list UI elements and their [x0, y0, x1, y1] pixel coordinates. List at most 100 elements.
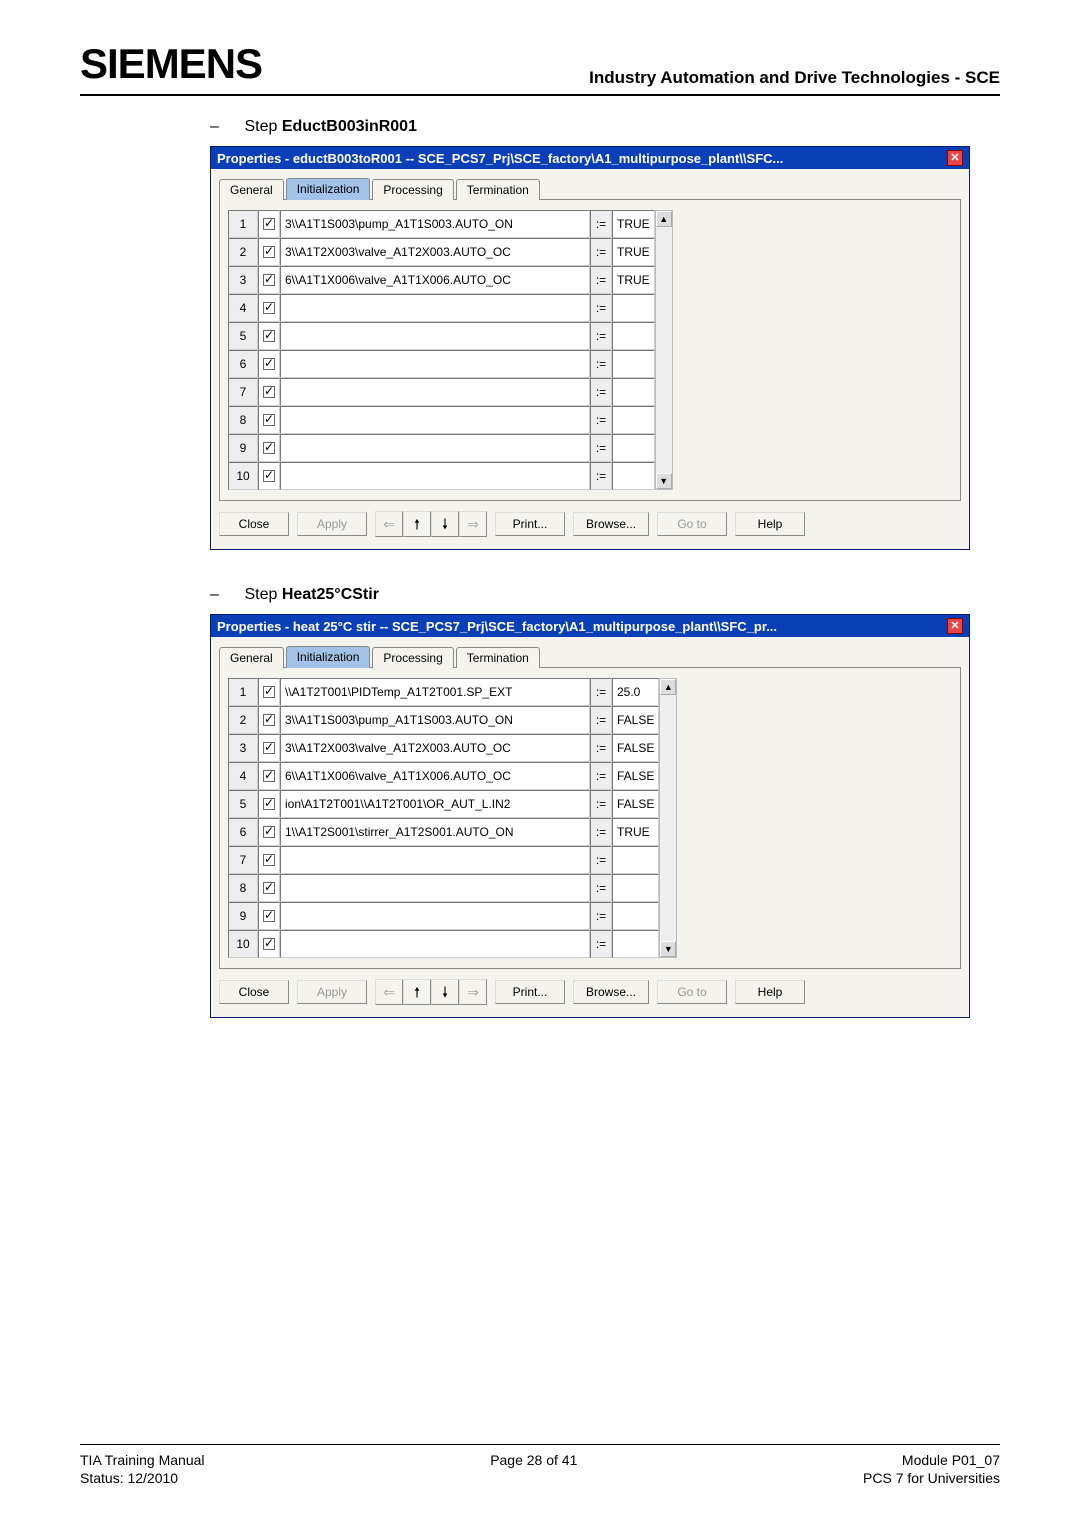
operand-left-input[interactable]: [280, 406, 590, 434]
nav-first-icon[interactable]: ⇐: [375, 979, 403, 1005]
row-checkbox-cell[interactable]: [258, 818, 280, 846]
close-icon[interactable]: ✕: [947, 150, 963, 166]
print-button[interactable]: Print...: [495, 980, 565, 1004]
nav-up-icon[interactable]: 🠕: [403, 511, 431, 537]
vertical-scrollbar[interactable]: ▲ ▼: [655, 210, 673, 490]
row-checkbox-cell[interactable]: [258, 462, 280, 490]
row-checkbox-cell[interactable]: [258, 238, 280, 266]
checkbox-checked-icon[interactable]: [263, 686, 275, 698]
checkbox-checked-icon[interactable]: [263, 442, 275, 454]
apply-button[interactable]: Apply: [297, 512, 367, 536]
operand-right-input[interactable]: [612, 322, 655, 350]
tab-initialization[interactable]: Initialization: [286, 646, 371, 668]
operand-right-input[interactable]: [612, 846, 659, 874]
checkbox-checked-icon[interactable]: [263, 414, 275, 426]
operand-right-input[interactable]: 25.0: [612, 678, 659, 706]
row-checkbox-cell[interactable]: [258, 930, 280, 958]
scroll-up-icon[interactable]: ▲: [656, 211, 672, 227]
row-checkbox-cell[interactable]: [258, 210, 280, 238]
nav-first-icon[interactable]: ⇐: [375, 511, 403, 537]
operand-left-input[interactable]: 1\\A1T2S001\stirrer_A1T2S001.AUTO_ON: [280, 818, 590, 846]
operand-right-input[interactable]: [612, 462, 655, 490]
help-button[interactable]: Help: [735, 980, 805, 1004]
row-checkbox-cell[interactable]: [258, 902, 280, 930]
row-checkbox-cell[interactable]: [258, 846, 280, 874]
apply-button[interactable]: Apply: [297, 980, 367, 1004]
checkbox-checked-icon[interactable]: [263, 302, 275, 314]
row-checkbox-cell[interactable]: [258, 874, 280, 902]
row-checkbox-cell[interactable]: [258, 434, 280, 462]
checkbox-checked-icon[interactable]: [263, 330, 275, 342]
row-checkbox-cell[interactable]: [258, 378, 280, 406]
row-checkbox-cell[interactable]: [258, 294, 280, 322]
operand-left-input[interactable]: [280, 874, 590, 902]
operand-left-input[interactable]: [280, 378, 590, 406]
operand-right-input[interactable]: FALSE: [612, 734, 659, 762]
operand-right-input[interactable]: [612, 434, 655, 462]
nav-last-icon[interactable]: ⇒: [459, 979, 487, 1005]
operand-right-input[interactable]: FALSE: [612, 706, 659, 734]
operand-left-input[interactable]: [280, 294, 590, 322]
close-button[interactable]: Close: [219, 980, 289, 1004]
browse-button[interactable]: Browse...: [573, 512, 649, 536]
checkbox-checked-icon[interactable]: [263, 386, 275, 398]
operand-left-input[interactable]: [280, 846, 590, 874]
operand-right-input[interactable]: TRUE: [612, 210, 655, 238]
operand-right-input[interactable]: [612, 902, 659, 930]
operand-left-input[interactable]: [280, 462, 590, 490]
operand-right-input[interactable]: [612, 294, 655, 322]
operand-left-input[interactable]: [280, 930, 590, 958]
row-checkbox-cell[interactable]: [258, 678, 280, 706]
checkbox-checked-icon[interactable]: [263, 246, 275, 258]
dialog-titlebar[interactable]: Properties - heat 25°C stir -- SCE_PCS7_…: [211, 615, 969, 637]
checkbox-checked-icon[interactable]: [263, 798, 275, 810]
nav-last-icon[interactable]: ⇒: [459, 511, 487, 537]
operand-right-input[interactable]: [612, 406, 655, 434]
operand-left-input[interactable]: [280, 322, 590, 350]
row-checkbox-cell[interactable]: [258, 706, 280, 734]
operand-right-input[interactable]: TRUE: [612, 266, 655, 294]
operand-left-input[interactable]: 3\\A1T2X003\valve_A1T2X003.AUTO_OC: [280, 734, 590, 762]
vertical-scrollbar[interactable]: ▲ ▼: [659, 678, 677, 958]
row-checkbox-cell[interactable]: [258, 266, 280, 294]
operand-right-input[interactable]: TRUE: [612, 818, 659, 846]
row-checkbox-cell[interactable]: [258, 322, 280, 350]
operand-right-input[interactable]: FALSE: [612, 762, 659, 790]
operand-right-input[interactable]: TRUE: [612, 238, 655, 266]
checkbox-checked-icon[interactable]: [263, 470, 275, 482]
operand-left-input[interactable]: 3\\A1T1S003\pump_A1T1S003.AUTO_ON: [280, 210, 590, 238]
tab-termination[interactable]: Termination: [456, 647, 540, 668]
checkbox-checked-icon[interactable]: [263, 742, 275, 754]
checkbox-checked-icon[interactable]: [263, 274, 275, 286]
checkbox-checked-icon[interactable]: [263, 218, 275, 230]
print-button[interactable]: Print...: [495, 512, 565, 536]
browse-button[interactable]: Browse...: [573, 980, 649, 1004]
tab-processing[interactable]: Processing: [372, 179, 453, 200]
checkbox-checked-icon[interactable]: [263, 826, 275, 838]
operand-right-input[interactable]: FALSE: [612, 790, 659, 818]
operand-left-input[interactable]: 6\\A1T1X006\valve_A1T1X006.AUTO_OC: [280, 762, 590, 790]
close-icon[interactable]: ✕: [947, 618, 963, 634]
operand-left-input[interactable]: [280, 434, 590, 462]
goto-button[interactable]: Go to: [657, 980, 727, 1004]
help-button[interactable]: Help: [735, 512, 805, 536]
operand-left-input[interactable]: [280, 350, 590, 378]
scroll-down-icon[interactable]: ▼: [660, 941, 676, 957]
row-checkbox-cell[interactable]: [258, 734, 280, 762]
operand-left-input[interactable]: 6\\A1T1X006\valve_A1T1X006.AUTO_OC: [280, 266, 590, 294]
checkbox-checked-icon[interactable]: [263, 854, 275, 866]
scroll-up-icon[interactable]: ▲: [660, 679, 676, 695]
checkbox-checked-icon[interactable]: [263, 910, 275, 922]
operand-left-input[interactable]: [280, 902, 590, 930]
row-checkbox-cell[interactable]: [258, 762, 280, 790]
row-checkbox-cell[interactable]: [258, 350, 280, 378]
row-checkbox-cell[interactable]: [258, 406, 280, 434]
checkbox-checked-icon[interactable]: [263, 938, 275, 950]
nav-down-icon[interactable]: 🠗: [431, 979, 459, 1005]
operand-left-input[interactable]: 3\\A1T2X003\valve_A1T2X003.AUTO_OC: [280, 238, 590, 266]
operand-right-input[interactable]: [612, 874, 659, 902]
checkbox-checked-icon[interactable]: [263, 882, 275, 894]
checkbox-checked-icon[interactable]: [263, 770, 275, 782]
close-button[interactable]: Close: [219, 512, 289, 536]
nav-up-icon[interactable]: 🠕: [403, 979, 431, 1005]
